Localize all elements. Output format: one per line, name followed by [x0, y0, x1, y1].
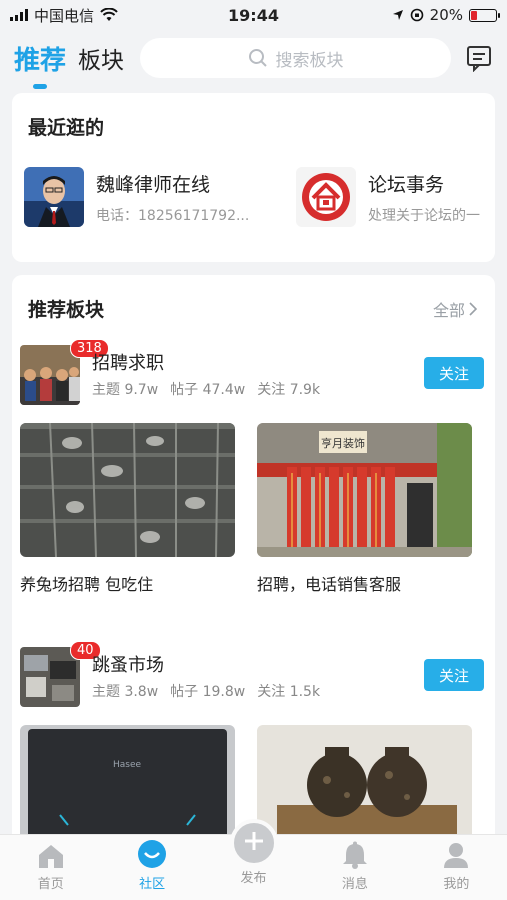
lawyer-avatar [24, 167, 84, 227]
nav-publish-label: 发布 [240, 871, 267, 886]
search-input[interactable]: 搜索板块 [140, 38, 451, 78]
battery-icon [469, 8, 500, 22]
recent-item-forum-affairs[interactable]: 论坛事务 处理关于论坛的一 [296, 167, 500, 227]
top-header: 推荐 板块 搜索板块 [0, 30, 507, 89]
post-caption: 招聘，电话销售客服 [257, 575, 402, 594]
nav-messages-label: 消息 [341, 877, 368, 892]
view-all-label: 全部 [432, 301, 465, 320]
recommended-boards-title: 推荐板块 [28, 299, 105, 321]
post-card[interactable]: 养兔场招聘 包吃住 [20, 423, 235, 595]
nav-home[interactable]: 首页 [0, 835, 101, 900]
view-all-link[interactable]: 全部 [433, 297, 477, 321]
user-icon [444, 843, 469, 868]
board-topics: 主题 3.8w [92, 684, 159, 700]
storefront-sign: 亨月装饰 [321, 436, 365, 450]
nav-profile-label: 我的 [443, 877, 470, 892]
wifi-icon [100, 8, 118, 21]
nav-community[interactable]: 社区 [101, 835, 202, 900]
board-stats: 主题 3.8w 帖子 19.8w 关注 1.5k [92, 681, 320, 701]
recently-visited-title: 最近逛的 [28, 117, 105, 139]
search-placeholder: 搜索板块 [275, 50, 344, 71]
recent-item-name: 魏峰律师在线 [96, 173, 211, 196]
active-tab-indicator [33, 83, 47, 89]
board-posts: 帖子 47.4w [170, 382, 246, 398]
recommended-boards-card: 推荐板块 全部 318 招聘求职 主题 9.7w 帖子 47.4w 关注 7.9… [12, 275, 495, 835]
board-flea-market[interactable]: 40 跳蚤市场 主题 3.8w 帖子 19.8w 关注 1.5k 关注 Hase… [20, 641, 490, 835]
plus-icon [244, 832, 263, 850]
battery-percent: 20% [429, 6, 463, 24]
community-icon [138, 840, 167, 868]
forum-affairs-icon [296, 167, 356, 227]
chevron-right-icon [469, 302, 477, 316]
bottom-navigation: 首页 社区 发布 消息 我的 [0, 819, 507, 900]
signal-icon [10, 9, 28, 21]
carrier-label: 中国电信 [34, 6, 95, 25]
post-image-storefront: 亨月装饰 [257, 423, 472, 557]
recent-item-desc: 处理关于论坛的一 [368, 207, 480, 224]
follow-button[interactable]: 关注 [424, 357, 484, 389]
post-card[interactable] [257, 725, 472, 835]
board-posts: 帖子 19.8w [170, 684, 246, 700]
post-image-rabbit-cages [20, 423, 235, 557]
bell-icon [342, 841, 367, 869]
nav-publish[interactable]: 发布 [203, 819, 304, 900]
rotation-lock-icon [410, 8, 423, 22]
home-icon [38, 845, 63, 868]
board-name: 招聘求职 [92, 353, 164, 374]
nav-community-label: 社区 [139, 877, 166, 892]
recent-item-lawyer[interactable]: 魏峰律师在线 电话：18256171792... [24, 167, 260, 227]
recent-item-desc: 电话：18256171792... [96, 207, 250, 224]
post-image-laptop: Hasee [20, 725, 235, 835]
message-list-icon[interactable] [465, 44, 493, 72]
laptop-brand: Hasee [113, 760, 142, 770]
nav-messages[interactable]: 消息 [304, 835, 405, 900]
recently-visited-card: 最近逛的 魏峰律师在线 电话：18256171792... 论坛事务 处理关于论… [12, 93, 495, 262]
nav-home-label: 首页 [37, 877, 64, 892]
publish-button[interactable] [229, 819, 278, 867]
board-follows: 关注 7.9k [257, 382, 321, 398]
status-bar: 中国电信 19:44 20% [0, 0, 507, 30]
search-icon [248, 49, 267, 67]
board-follows: 关注 1.5k [257, 684, 321, 700]
tab-recommend-label: 推荐 [14, 45, 67, 76]
follow-button[interactable]: 关注 [424, 659, 484, 691]
post-card[interactable]: 亨月装饰 招聘，电话销售客服 [257, 423, 472, 595]
board-jobs[interactable]: 318 招聘求职 主题 9.7w 帖子 47.4w 关注 7.9k 关注 养兔场… [20, 339, 490, 594]
nav-profile[interactable]: 我的 [406, 835, 507, 900]
board-topics: 主题 9.7w [92, 382, 159, 398]
post-image-jars [257, 725, 472, 835]
post-caption: 养兔场招聘 包吃住 [20, 575, 154, 594]
post-card[interactable]: Hasee [20, 725, 235, 835]
recent-item-name: 论坛事务 [368, 173, 445, 196]
board-name: 跳蚤市场 [92, 655, 164, 676]
board-stats: 主题 9.7w 帖子 47.4w 关注 7.9k [92, 379, 320, 399]
tab-recommend[interactable]: 推荐 [14, 40, 67, 89]
location-icon [392, 10, 403, 20]
tab-boards[interactable]: 板块 [78, 41, 124, 75]
